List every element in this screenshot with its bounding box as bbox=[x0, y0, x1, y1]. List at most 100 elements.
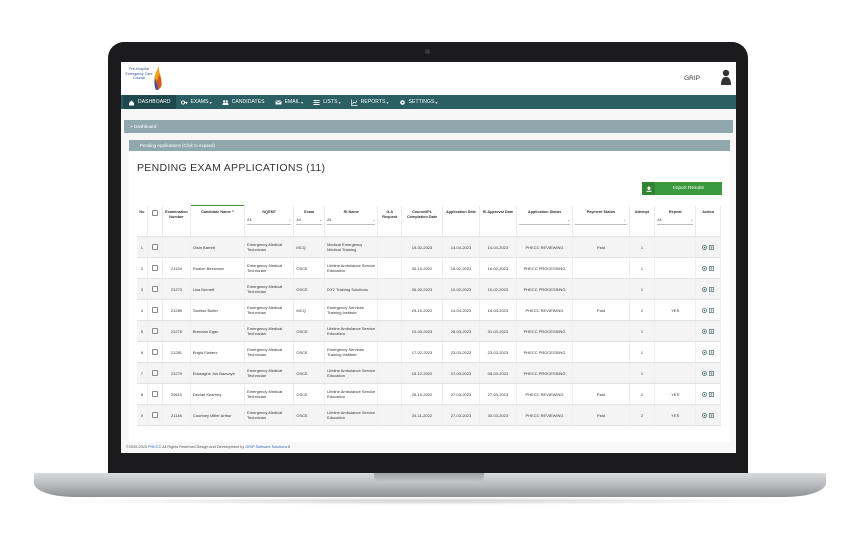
candidate-name-cell: Edosaghe Jos Bazuaye bbox=[190, 362, 246, 384]
application-date-cell: 27-03-2023 bbox=[442, 404, 480, 426]
view-icon[interactable] bbox=[702, 307, 708, 313]
application-date-cell: 16-02-2023 bbox=[442, 257, 480, 279]
nav-label: SETTINGS bbox=[408, 99, 435, 105]
ri-filter[interactable]: All ⌄ bbox=[327, 218, 376, 225]
table-row[interactable]: 4 21285 Saoirse Butler Emergency Medical Te… bbox=[137, 299, 721, 321]
attempt-cell: 2 bbox=[629, 383, 656, 405]
nqemt-cell: Emergency Medical Technician bbox=[244, 278, 295, 300]
row-checkbox[interactable] bbox=[151, 306, 158, 313]
row-number: 2 bbox=[137, 257, 148, 279]
download-icon[interactable] bbox=[709, 370, 715, 376]
download-icon[interactable] bbox=[709, 391, 715, 397]
chart-icon bbox=[350, 99, 358, 106]
key-icon bbox=[180, 99, 188, 105]
exam-number-cell: 21273 bbox=[162, 278, 191, 300]
user-icon[interactable] bbox=[721, 69, 731, 85]
exam-filter[interactable]: All ⌄ bbox=[296, 218, 323, 225]
brand-label: GRIP bbox=[684, 75, 700, 82]
exam-number-cell: 21134 bbox=[162, 257, 191, 279]
row-checkbox[interactable] bbox=[151, 264, 158, 271]
attempt-cell: 2 bbox=[629, 404, 656, 426]
nav-label: LISTS bbox=[323, 99, 338, 105]
caret-down-icon: ▾ bbox=[209, 99, 212, 105]
download-icon[interactable] bbox=[709, 244, 715, 250]
footer-phecc-link[interactable]: PHECC bbox=[148, 445, 161, 449]
repeat-cell: YES bbox=[654, 299, 697, 321]
app-header: Pre-Hospital Emergency Care Council GRIP bbox=[121, 62, 736, 95]
table-row[interactable]: 5 21275 Brendan Egan Emergency Medical Tech… bbox=[137, 320, 721, 342]
exam-cell: OSCE bbox=[293, 341, 326, 363]
download-icon[interactable] bbox=[709, 349, 715, 355]
ga-request-cell bbox=[377, 236, 403, 258]
view-icon[interactable] bbox=[702, 412, 708, 418]
repeat-filter[interactable]: All ⌄ bbox=[657, 218, 694, 225]
row-checkbox[interactable] bbox=[151, 369, 158, 376]
laptop-screen: Pre-Hospital Emergency Care Council GRIP… bbox=[121, 62, 736, 453]
nav-dashboard[interactable]: DASHBOARD bbox=[123, 95, 176, 109]
breadcrumb[interactable]: > Dashboard bbox=[124, 120, 733, 133]
table-row[interactable]: 2 21134 Rodion Bezsonov Emergency Medical T… bbox=[137, 257, 721, 279]
view-icon[interactable] bbox=[702, 244, 708, 250]
view-icon[interactable] bbox=[702, 265, 708, 271]
nav-exams[interactable]: EXAMS ▾ bbox=[176, 95, 217, 109]
repeat-cell bbox=[654, 278, 697, 300]
row-checkbox[interactable] bbox=[151, 390, 158, 397]
nav-email[interactable]: EMAIL ▾ bbox=[270, 95, 309, 109]
download-icon[interactable] bbox=[709, 328, 715, 334]
home-icon bbox=[129, 100, 134, 105]
view-icon[interactable] bbox=[702, 349, 708, 355]
repeat-cell: YES bbox=[654, 404, 697, 426]
attempt-cell: 2 bbox=[629, 299, 656, 321]
row-checkbox bbox=[147, 236, 164, 258]
candidate-name-cell: Oisin Barrett bbox=[190, 236, 246, 258]
footer-grip-link[interactable]: GRIP Software Solutions bbox=[245, 445, 287, 449]
nqemt-cell: Emergency Medical Technician bbox=[244, 341, 295, 363]
exam-cell: MCQ bbox=[293, 299, 326, 321]
view-icon[interactable] bbox=[702, 328, 708, 334]
table-row[interactable]: 8 20610 Declan Kearney Emergency Medical Te… bbox=[137, 383, 721, 405]
nav-candidates[interactable]: CANDIDATES bbox=[217, 95, 270, 109]
application-status-cell: PHECC PROCESSING bbox=[516, 257, 574, 279]
application-date-cell: 10-02-2023 bbox=[442, 278, 480, 300]
nqemt-filter-value: All bbox=[247, 217, 252, 222]
nqemt-filter[interactable]: All ⌄ bbox=[247, 217, 292, 225]
row-checkbox[interactable] bbox=[151, 348, 158, 355]
row-checkbox[interactable] bbox=[151, 327, 158, 334]
view-icon[interactable] bbox=[702, 370, 708, 376]
row-checkbox[interactable] bbox=[151, 243, 158, 250]
payment-status-cell: Paid bbox=[572, 299, 630, 321]
application-status-cell: PHECC REVIEWING bbox=[516, 383, 574, 405]
row-checkbox[interactable] bbox=[151, 411, 158, 418]
phecc-logo[interactable]: Pre-Hospital Emergency Care Council bbox=[123, 64, 165, 93]
table-row[interactable]: 9 21146 Courtney Miller Arthur Emergency Me… bbox=[137, 404, 721, 426]
candidate-name-cell: Lisa Burnett bbox=[190, 278, 246, 300]
upload-icon bbox=[642, 182, 655, 195]
nav-settings[interactable]: SETTINGS ▾ bbox=[394, 95, 443, 109]
col-candidate-name[interactable]: Candidate Name ^ bbox=[190, 205, 246, 237]
nav-lists[interactable]: LISTS ▾ bbox=[308, 95, 346, 109]
nav-reports[interactable]: REPORTS ▾ bbox=[346, 95, 394, 109]
view-icon[interactable] bbox=[702, 391, 708, 397]
row-checkbox[interactable] bbox=[151, 285, 158, 292]
pending-applications-toggle[interactable]: Pending Applications (Click to expand) bbox=[129, 140, 730, 151]
ri-name-cell: DX2 Training Solutions bbox=[324, 278, 379, 300]
application-date-cell: 23-03-2023 bbox=[442, 341, 480, 363]
table-row[interactable]: 3 21273 Lisa Burnett Emergency Medical Tech… bbox=[137, 278, 721, 300]
download-icon[interactable] bbox=[709, 412, 715, 418]
status-filter[interactable]: ⌄ bbox=[518, 218, 571, 225]
view-icon[interactable] bbox=[702, 286, 708, 292]
col-exam-number[interactable]: Examination Number bbox=[162, 205, 191, 237]
import-results-button[interactable]: Import Results bbox=[642, 182, 722, 195]
col-exam-label: Exam bbox=[304, 209, 315, 214]
download-icon[interactable] bbox=[709, 307, 715, 313]
table-row[interactable]: 6 21281 Brigid Flaherx Emergency Medical Te… bbox=[137, 341, 721, 363]
info-icon[interactable]: ℹ bbox=[287, 445, 289, 449]
table-row[interactable]: 1 Oisin Barrett Emergency Medical Technici… bbox=[137, 236, 721, 258]
payment-filter[interactable]: ⌄ bbox=[575, 218, 627, 225]
col-payment-status-label: Payment Status bbox=[586, 209, 616, 214]
download-icon[interactable] bbox=[709, 286, 715, 292]
nqemt-cell: Emergency Medical Technician bbox=[244, 257, 295, 279]
select-all-checkbox[interactable] bbox=[151, 209, 158, 216]
table-row[interactable]: 7 21279 Edosaghe Jos Bazuaye Emergency Medi… bbox=[137, 362, 721, 384]
download-icon[interactable] bbox=[709, 265, 715, 271]
